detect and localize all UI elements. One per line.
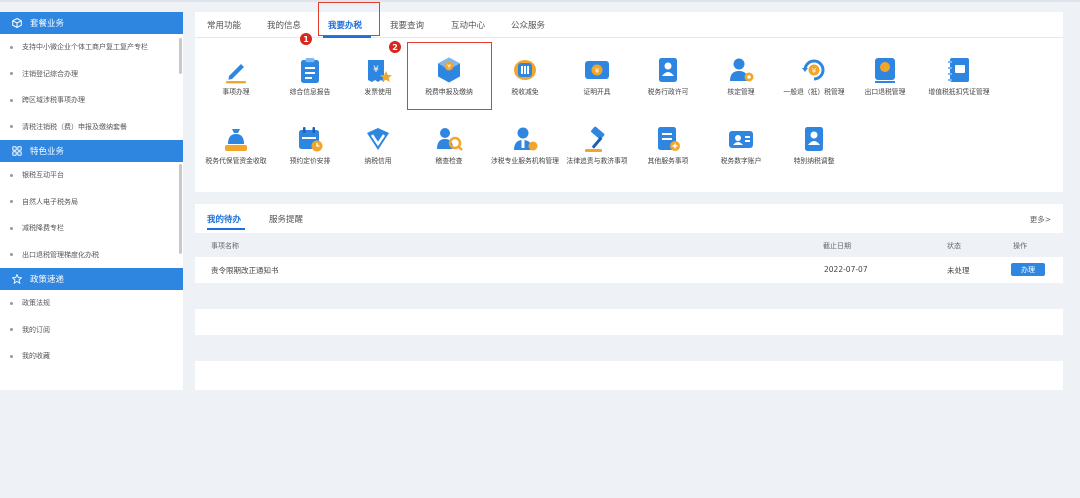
svg-text:¥: ¥: [812, 67, 817, 75]
svg-text:¥: ¥: [373, 65, 379, 75]
service-item[interactable]: 税收减免: [485, 55, 565, 98]
service-item[interactable]: 增值税抵扣凭证管理: [919, 55, 999, 98]
cube-icon: [10, 18, 24, 28]
sidebar-item[interactable]: 我的订阅: [0, 317, 183, 344]
table-row-empty: [195, 361, 1063, 387]
certificate-icon: ¥: [585, 61, 609, 79]
star-icon: [10, 274, 24, 284]
service-item[interactable]: 其他服务事项: [628, 124, 708, 167]
sidebar-section-package[interactable]: 套餐业务: [0, 12, 183, 34]
notebook-icon: [948, 58, 969, 82]
todo-panel: 我的待办 服务提醒 更多> 事项名称 截止日期 状态 操作 责令限期改正通知书 …: [195, 204, 1063, 390]
tab-service-reminder[interactable]: 服务提醒: [269, 213, 303, 225]
account-icon: [729, 131, 753, 148]
service-item[interactable]: ¥ 一般退（抵）税管理: [774, 55, 854, 98]
col-name: 事项名称: [211, 242, 239, 250]
todo-name: 责令限期改正通知书: [211, 266, 279, 275]
sidebar-item[interactable]: 注销登记综合办理: [0, 61, 183, 88]
todo-deadline: 2022-07-07: [824, 265, 868, 274]
tab-query[interactable]: 我要查询: [390, 19, 424, 31]
calendar-icon: [299, 127, 323, 152]
agency-icon: [514, 127, 538, 151]
top-border: [0, 0, 1080, 2]
annotation-badge-2: 2: [389, 41, 401, 53]
sidebar-item[interactable]: 自然人电子税务局: [0, 189, 183, 216]
service-item[interactable]: 稽查检查: [409, 124, 489, 167]
grid-icon: [10, 146, 24, 156]
table-row: 责令限期改正通知书 2022-07-07 未处理 办理: [195, 257, 1063, 283]
sidebar-section-featured[interactable]: 特色业务: [0, 140, 183, 162]
service-item[interactable]: 税务行政许可: [628, 55, 708, 98]
service-item[interactable]: 纳税信用: [338, 124, 418, 167]
todo-status: 未处理: [947, 266, 970, 275]
adjust-icon: [805, 127, 823, 151]
annotation-badge-1: 1: [300, 33, 312, 45]
sidebar-item[interactable]: 出口退税管理梯度化办税: [0, 242, 183, 269]
sidebar-item[interactable]: 跨区域涉税事项办理: [0, 87, 183, 114]
document-icon: [658, 127, 680, 151]
export-icon: [875, 58, 895, 83]
annotation-box-tab: [318, 2, 380, 36]
sidebar-item[interactable]: 清税注销税（费）申报及缴纳套餐: [0, 114, 183, 141]
service-item[interactable]: 出口退税管理: [845, 55, 925, 98]
tab-my-info[interactable]: 我的信息: [267, 19, 301, 31]
sidebar-item[interactable]: 政策法规: [0, 290, 183, 317]
tab-public-service[interactable]: 公众服务: [511, 19, 545, 31]
function-panel: 常用功能 我的信息 我要办税 我要查询 互动中心 公众服务 事项办理 综合信息报…: [195, 2, 1063, 192]
service-item[interactable]: 税务数字账户: [701, 124, 781, 167]
table-row-empty: [195, 335, 1063, 361]
license-icon: [659, 58, 677, 82]
service-item[interactable]: 特别纳税调整: [774, 124, 854, 167]
pencil-icon: [226, 64, 246, 84]
sidebar-item[interactable]: 我的收藏: [0, 343, 183, 370]
active-tab-indicator: [207, 228, 245, 230]
clipboard-icon: [301, 58, 319, 83]
sidebar-item[interactable]: 减税降费专栏: [0, 215, 183, 242]
service-item[interactable]: 核定管理: [701, 55, 781, 98]
gavel-icon: [585, 126, 605, 152]
sidebar-section-policy[interactable]: 政策速递: [0, 268, 183, 290]
service-item[interactable]: 法律追责与救济事项: [557, 124, 637, 167]
service-item[interactable]: 事项办理: [196, 55, 276, 98]
refund-icon: ¥: [802, 59, 825, 81]
user-gear-icon: [730, 58, 754, 82]
handle-button[interactable]: 办理: [1011, 263, 1045, 276]
money-bag-icon: [225, 129, 247, 151]
invoice-icon: ¥: [368, 60, 392, 82]
coins-icon: [514, 60, 536, 80]
sidebar-section-title: 特色业务: [30, 147, 65, 157]
tab-common[interactable]: 常用功能: [207, 19, 241, 31]
svg-text:¥: ¥: [595, 67, 600, 75]
col-action: 操作: [1013, 242, 1027, 250]
table-row-empty: [195, 283, 1063, 309]
more-link[interactable]: 更多>: [1030, 214, 1051, 225]
sidebar-scrollbar[interactable]: [179, 164, 182, 254]
tab-my-todo[interactable]: 我的待办: [207, 213, 241, 225]
inspect-icon: [437, 128, 463, 151]
table-row-empty: [195, 309, 1063, 335]
service-item[interactable]: 税务代保管资金收取: [196, 124, 276, 167]
sidebar: 套餐业务 支持中小微企业个体工商户复工复产专栏 注销登记综合办理 跨区域涉税事项…: [0, 12, 183, 390]
service-item[interactable]: ¥ 发票使用: [338, 55, 418, 98]
shield-check-icon: [367, 128, 389, 150]
tab-interaction[interactable]: 互动中心: [451, 19, 485, 31]
sidebar-section-title: 政策速递: [30, 275, 65, 285]
sidebar-item[interactable]: 银税互动平台: [0, 162, 183, 189]
col-deadline: 截止日期: [823, 242, 851, 250]
table-header: 事项名称 截止日期 状态 操作: [195, 233, 1063, 257]
sidebar-section-title: 套餐业务: [30, 19, 65, 29]
active-tab-indicator: [323, 36, 371, 38]
sidebar-item[interactable]: 支持中小微企业个体工商户复工复产专栏: [0, 34, 183, 61]
service-item[interactable]: ¥ 证明开具: [557, 55, 637, 98]
sidebar-scrollbar[interactable]: [179, 38, 182, 74]
col-status: 状态: [947, 242, 961, 250]
annotation-box-service: [407, 42, 492, 110]
service-item[interactable]: 涉税专业服务机构管理: [485, 124, 565, 167]
